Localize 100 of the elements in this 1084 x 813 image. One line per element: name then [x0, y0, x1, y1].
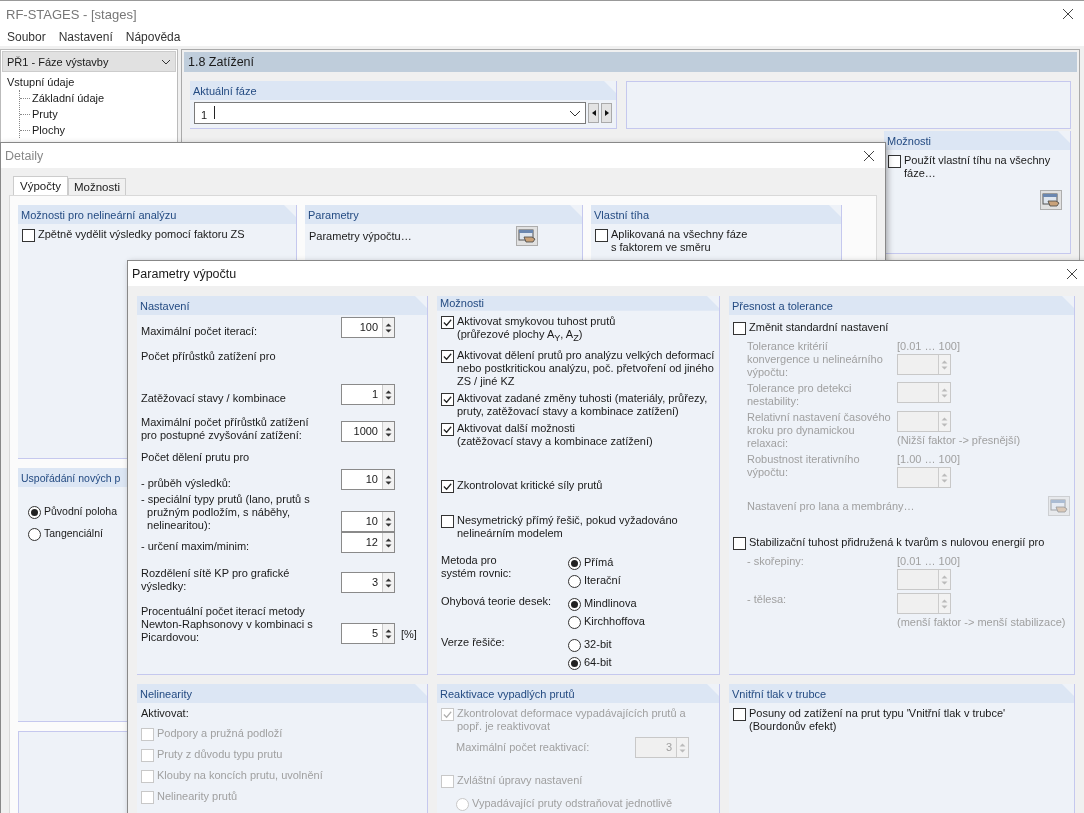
field-label: Procentuální počet iterací metody Newton-Raphsonovy v kombinaci s Picardovou:: [141, 605, 313, 644]
range-hint: [1.00 … 100]: [897, 453, 960, 465]
tree-item[interactable]: Základní údaje: [32, 90, 105, 106]
radio-label[interactable]: Mindlinova: [584, 597, 637, 610]
group-title: Přesnost a tolerance: [729, 296, 1074, 315]
right-triangle-icon: [604, 110, 609, 116]
window-hand-icon: [1050, 499, 1068, 513]
up-down-arrows-icon[interactable]: [382, 573, 394, 592]
group-title: Vnitřní tlak v trubce: [729, 684, 1074, 703]
settings-button[interactable]: [516, 226, 538, 246]
radio-button[interactable]: [568, 557, 581, 570]
close-icon[interactable]: [863, 149, 875, 162]
field-label: Tolerance kritérií konvergence u nelineárního výpočtu:: [747, 340, 884, 379]
spin-box[interactable]: 12: [341, 532, 395, 553]
menu-item[interactable]: Nápověda: [125, 29, 181, 44]
checkbox[interactable]: [22, 229, 35, 242]
parameters-label: Parametry výpočtu…: [309, 230, 412, 242]
radio-label[interactable]: Iterační: [584, 574, 621, 587]
tree-item[interactable]: Vstupní údaje: [7, 74, 171, 90]
checkbox[interactable]: [441, 350, 454, 363]
field-label: - speciální typy prutů (lano, prutů s pružným podložím, s náběhy, nelinearitou):: [141, 493, 310, 532]
tab[interactable]: Výpočty: [13, 176, 68, 195]
checkbox[interactable]: [441, 393, 454, 406]
field-label: Ohybová teorie desek:: [441, 595, 553, 608]
checkbox-label[interactable]: Aplikovaná na všechny fáze s faktorem ve směru: [611, 228, 748, 254]
group-title: Možnosti: [884, 131, 1070, 150]
spin-box[interactable]: 100: [341, 317, 395, 338]
checkbox-label[interactable]: Aktivovat dělení prutů pro analýzu velkých deformací nebo postkritickou analýzu, poč. přetvoření od jiného ZS / jiné KZ: [457, 349, 715, 388]
section-label: Počet přírůstků zatížení pro: [141, 350, 276, 363]
radio-label[interactable]: Původní poloha: [44, 505, 117, 518]
radio-label[interactable]: Tangenciální: [44, 527, 103, 540]
radio-label[interactable]: Přímá: [584, 556, 614, 569]
tab[interactable]: Možnosti: [67, 178, 126, 195]
radio-button[interactable]: [568, 575, 581, 588]
field-label: - skořepiny:: [747, 555, 805, 569]
checkbox-label[interactable]: Změnit standardní nastavení: [749, 321, 889, 334]
up-down-arrows-icon[interactable]: [382, 318, 394, 337]
checkbox[interactable]: [441, 423, 454, 436]
field-label: - tělesa:: [747, 593, 788, 607]
spin-box[interactable]: 1: [341, 384, 395, 405]
up-down-arrows-icon[interactable]: [382, 470, 394, 489]
caret-icon: [161, 58, 171, 65]
spin-box[interactable]: 5: [341, 623, 395, 644]
settings-button[interactable]: [1040, 190, 1062, 210]
spin-box[interactable]: 3: [341, 572, 395, 593]
group-title: Nastavení: [137, 296, 427, 315]
close-icon[interactable]: [1062, 8, 1074, 20]
section-label: Počet dělení prutu pro: [141, 451, 250, 464]
radio-button[interactable]: [28, 528, 41, 541]
checkbox-label[interactable]: Zkontrolovat kritické síly prutů: [457, 479, 603, 492]
checkbox[interactable]: [733, 708, 746, 721]
checkbox-label[interactable]: Použít vlastní tíhu na všechny fáze…: [904, 154, 1051, 180]
radio-label[interactable]: Kirchhoffova: [584, 615, 645, 628]
menu-item[interactable]: Nastavení: [58, 29, 113, 44]
group-title: Parametry: [305, 205, 582, 224]
checkbox-label[interactable]: Aktivovat smykovou tuhost prutů (průřezové plochy A$_{Y}$, A$_{Z}$): [457, 314, 616, 345]
checkbox-label[interactable]: Aktivovat další možnosti (zatěžovací stavy a kombinace zatížení): [457, 422, 653, 448]
field-label: Robustnost iterativního výpočtu:: [747, 453, 861, 480]
close-icon[interactable]: [1066, 267, 1078, 280]
tree-item[interactable]: Plochy: [32, 122, 66, 138]
radio-button[interactable]: [568, 598, 581, 611]
checkbox[interactable]: [733, 322, 746, 335]
spin-box[interactable]: 1000: [341, 421, 395, 442]
radio-label[interactable]: 32-bit: [584, 638, 612, 651]
checkbox-label[interactable]: Aktivovat zadané změny tuhosti (materiály, průřezy, pruty, zatěžovací stavy a kombinace zatížení): [457, 392, 708, 418]
checkbox-label[interactable]: Stabilizační tuhost přidružená k tvarům s nulovou energií pro: [749, 536, 1045, 549]
menu-item[interactable]: Soubor: [7, 29, 46, 44]
phase-combobox[interactable]: 1: [194, 102, 587, 124]
radio-button[interactable]: [568, 639, 581, 652]
up-down-arrows-icon[interactable]: [382, 533, 394, 552]
field-label: Maximální počet přírůstků zatížení pro postupné zvyšování zatížení:: [141, 416, 309, 442]
checkbox-label[interactable]: Zpětně vydělit výsledky pomocí faktoru ZS: [38, 228, 245, 241]
previous-button[interactable]: [588, 103, 600, 123]
radio-label[interactable]: 64-bit: [584, 656, 612, 669]
up-down-arrows-icon[interactable]: [382, 624, 394, 643]
up-down-arrows-icon[interactable]: [382, 512, 394, 531]
navigator-dropdown[interactable]: PŘ1 - Fáze výstavby: [2, 51, 176, 72]
checkbox-label[interactable]: Posuny od zatížení na prut typu 'Vnitřní tlak v trubce' (Bourdonův efekt): [749, 707, 1006, 733]
radio-button[interactable]: [568, 657, 581, 670]
spin-box[interactable]: 10: [341, 511, 395, 532]
field-label: Zatěžovací stavy / kombinace: [141, 392, 286, 405]
up-down-arrows-icon[interactable]: [382, 385, 394, 404]
field-label: - průběh výsledků:: [141, 477, 231, 490]
checkbox[interactable]: [441, 315, 454, 329]
field-label: Verze řešiče:: [441, 636, 506, 649]
checkbox[interactable]: [441, 515, 454, 528]
hint-text: (Nižší faktor -> přesnější): [897, 434, 1021, 446]
radio-button[interactable]: [568, 616, 581, 629]
checkbox[interactable]: [441, 480, 454, 493]
next-button[interactable]: [601, 103, 612, 123]
up-down-arrows-icon[interactable]: [382, 422, 394, 441]
checkbox[interactable]: [595, 229, 608, 242]
checkbox[interactable]: [733, 537, 746, 550]
checkbox-label[interactable]: Nesymetrický přímý řešič, pokud vyžadováno nelineárním modelem: [457, 514, 678, 540]
tree-item[interactable]: Pruty: [32, 106, 58, 122]
hint-text: (menší faktor -> menší stabilizace): [897, 616, 1066, 628]
spin-box[interactable]: 10: [341, 469, 395, 490]
checkbox[interactable]: [888, 155, 901, 168]
radio-button[interactable]: [28, 506, 41, 519]
window-hand-icon: [518, 229, 536, 243]
